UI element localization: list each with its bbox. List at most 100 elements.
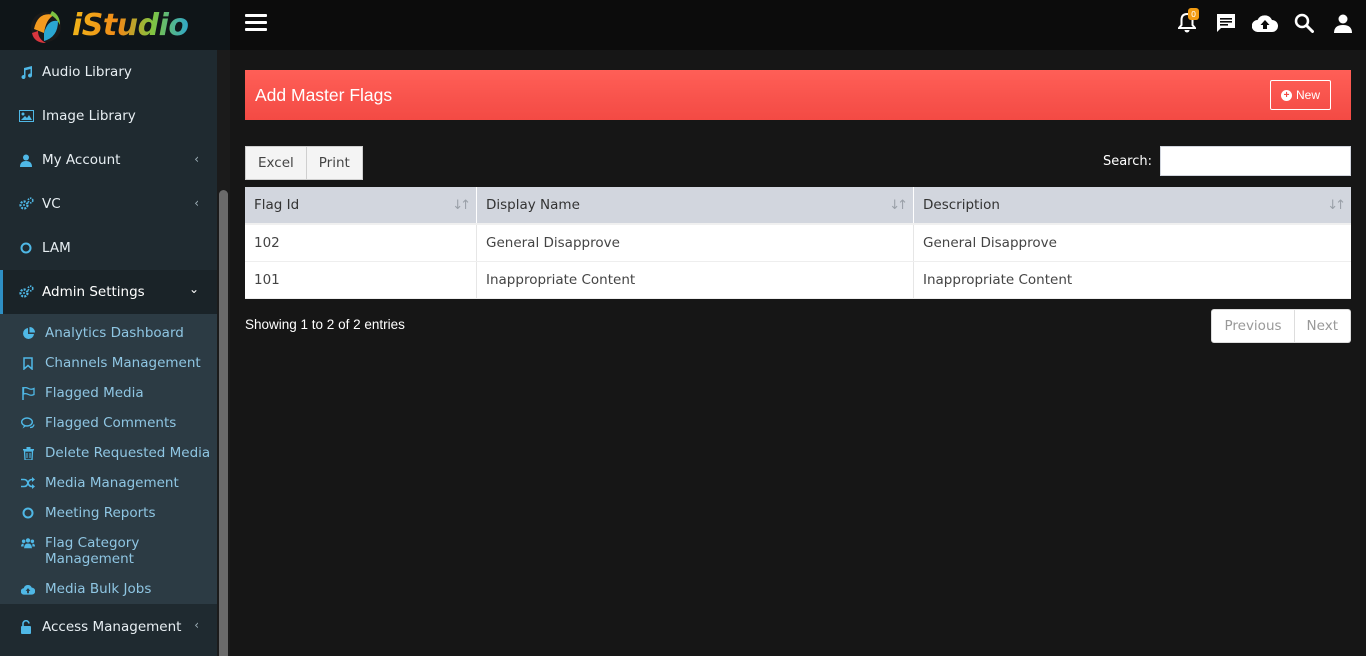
cell-description: Inappropriate Content bbox=[923, 272, 1073, 288]
user-icon bbox=[18, 152, 34, 168]
export-button-group: Excel Print bbox=[245, 146, 363, 180]
sidebar-item-label: My Account bbox=[42, 152, 121, 168]
search-input[interactable] bbox=[1160, 146, 1351, 176]
sort-icon: ↓↑ bbox=[1327, 198, 1346, 213]
search-icon bbox=[1294, 13, 1314, 33]
sidebar-item-image-library[interactable]: Image Library bbox=[0, 94, 217, 138]
column-header-label: Flag Id bbox=[254, 197, 300, 213]
user-icon bbox=[1334, 14, 1352, 33]
bookmark-icon bbox=[21, 355, 35, 371]
sidebar-item-my-account[interactable]: My Account ‹ bbox=[0, 138, 217, 182]
sidebar-item-audio-library[interactable]: Audio Library bbox=[0, 50, 217, 94]
table-row[interactable]: 102 General Disapprove General Disapprov… bbox=[245, 225, 1351, 262]
sidebar-item-label: VC bbox=[42, 196, 61, 212]
submenu-item-label: Delete Requested Media bbox=[45, 445, 211, 461]
new-button[interactable]: + New bbox=[1269, 80, 1331, 110]
submenu-item-label: Media Bulk Jobs bbox=[45, 581, 152, 597]
submenu-item-label: Media Management bbox=[45, 475, 179, 491]
users-icon bbox=[21, 535, 35, 551]
submenu-item-delete-requested-media[interactable]: Delete Requested Media bbox=[0, 438, 217, 468]
messages-button[interactable] bbox=[1213, 10, 1239, 36]
table-toolbar: Excel Print Search: bbox=[245, 146, 1351, 186]
table-row[interactable]: 101 Inappropriate Content Inappropriate … bbox=[245, 262, 1351, 299]
upload-button[interactable] bbox=[1252, 10, 1278, 36]
page-header-box: Add Master Flags + New bbox=[245, 70, 1351, 120]
search-button[interactable] bbox=[1291, 10, 1317, 36]
cogs-icon bbox=[18, 284, 34, 300]
music-icon bbox=[18, 64, 34, 80]
notifications-button[interactable]: 0 bbox=[1174, 8, 1200, 36]
submenu-item-media-bulk-jobs[interactable]: Media Bulk Jobs bbox=[0, 574, 217, 604]
profile-button[interactable] bbox=[1330, 10, 1356, 36]
excel-button[interactable]: Excel bbox=[245, 146, 307, 180]
column-header-label: Description bbox=[923, 197, 1000, 213]
brand-name: iStudio bbox=[72, 7, 189, 43]
table-header-row: Flag Id ↓↑ Display Name ↓↑ Description ↓… bbox=[245, 187, 1351, 225]
submenu-item-flagged-media[interactable]: Flagged Media bbox=[0, 378, 217, 408]
column-header-flag-id[interactable]: Flag Id ↓↑ bbox=[245, 187, 477, 223]
chevron-left-icon: ‹ bbox=[194, 196, 199, 210]
main-content: Add Master Flags + New Excel Print Searc… bbox=[245, 70, 1351, 343]
new-button-label: New bbox=[1295, 88, 1320, 102]
cloud-upload-icon bbox=[1252, 15, 1278, 32]
cell-description: General Disapprove bbox=[923, 235, 1057, 251]
page-title: Add Master Flags bbox=[255, 84, 393, 105]
column-header-label: Display Name bbox=[486, 197, 580, 213]
submenu-item-flagged-comments[interactable]: Flagged Comments bbox=[0, 408, 217, 438]
cell-flag-id: 102 bbox=[245, 225, 477, 261]
search-label: Search: bbox=[1102, 153, 1152, 169]
comments-icon bbox=[21, 415, 35, 431]
sidebar: iStudio Audio Library Image Library My A… bbox=[0, 0, 230, 656]
sidebar-item-lam[interactable]: LAM bbox=[0, 226, 217, 270]
sidebar-item-label: LAM bbox=[42, 240, 71, 256]
submenu-item-flag-category-management[interactable]: Flag Category Management bbox=[0, 528, 217, 574]
cell-flag-id: 101 bbox=[245, 262, 477, 298]
submenu-item-label: Flagged Media bbox=[45, 385, 144, 401]
submenu-item-media-management[interactable]: Media Management bbox=[0, 468, 217, 498]
print-button[interactable]: Print bbox=[306, 146, 363, 180]
sidebar-scrollbar-thumb[interactable] bbox=[219, 190, 228, 656]
flag-icon bbox=[21, 385, 35, 401]
search-wrap: Search: bbox=[1103, 146, 1351, 176]
submenu-item-label: Channels Management bbox=[45, 355, 201, 371]
submenu-item-label: Analytics Dashboard bbox=[45, 325, 184, 341]
flags-table: Flag Id ↓↑ Display Name ↓↑ Description ↓… bbox=[245, 187, 1351, 299]
submenu-item-analytics-dashboard[interactable]: Analytics Dashboard bbox=[0, 318, 217, 348]
app-root: iStudio Audio Library Image Library My A… bbox=[0, 0, 1366, 656]
submenu-item-label: Flagged Comments bbox=[45, 415, 177, 431]
sort-icon: ↓↑ bbox=[889, 198, 908, 213]
sidebar-item-label: Access Management bbox=[42, 619, 182, 635]
brand-logo[interactable]: iStudio bbox=[0, 0, 230, 50]
image-icon bbox=[18, 108, 34, 124]
pagination: Previous Next bbox=[1211, 309, 1351, 343]
submenu-item-label: Meeting Reports bbox=[45, 505, 156, 521]
random-icon bbox=[21, 475, 35, 491]
sidebar-item-label: Admin Settings bbox=[42, 284, 145, 300]
column-header-description[interactable]: Description ↓↑ bbox=[914, 187, 1351, 223]
admin-settings-submenu: Analytics Dashboard Channels Management … bbox=[0, 314, 217, 604]
sidebar-item-access-management[interactable]: Access Management ‹ bbox=[0, 604, 217, 650]
top-navbar: 0 bbox=[230, 0, 1366, 50]
trash-icon bbox=[21, 445, 35, 461]
submenu-item-channels-management[interactable]: Channels Management bbox=[0, 348, 217, 378]
circle-icon bbox=[18, 240, 34, 256]
unlock-icon bbox=[18, 619, 34, 635]
next-page-button[interactable]: Next bbox=[1294, 309, 1351, 343]
submenu-item-meeting-reports[interactable]: Meeting Reports bbox=[0, 498, 217, 528]
chevron-left-icon: ‹ bbox=[194, 618, 199, 632]
submenu-item-label: Flag Category Management bbox=[45, 535, 140, 567]
plus-circle-icon: + bbox=[1280, 89, 1292, 101]
column-header-display-name[interactable]: Display Name ↓↑ bbox=[477, 187, 914, 223]
table-info: Showing 1 to 2 of 2 entries bbox=[245, 317, 405, 332]
cloud-upload-icon bbox=[21, 581, 35, 597]
pie-chart-icon bbox=[21, 325, 35, 341]
chevron-down-icon: ⌄ bbox=[188, 282, 199, 296]
sidebar-item-vc[interactable]: VC ‹ bbox=[0, 182, 217, 226]
previous-page-button[interactable]: Previous bbox=[1211, 309, 1295, 343]
istudio-logo-icon bbox=[24, 3, 68, 47]
sidebar-menu: Audio Library Image Library My Account ‹ bbox=[0, 50, 217, 650]
hamburger-menu-icon[interactable] bbox=[245, 14, 267, 34]
sidebar-item-admin-settings[interactable]: Admin Settings ⌄ bbox=[0, 270, 217, 314]
message-icon bbox=[1217, 14, 1235, 32]
sort-icon: ↓↑ bbox=[452, 198, 471, 213]
